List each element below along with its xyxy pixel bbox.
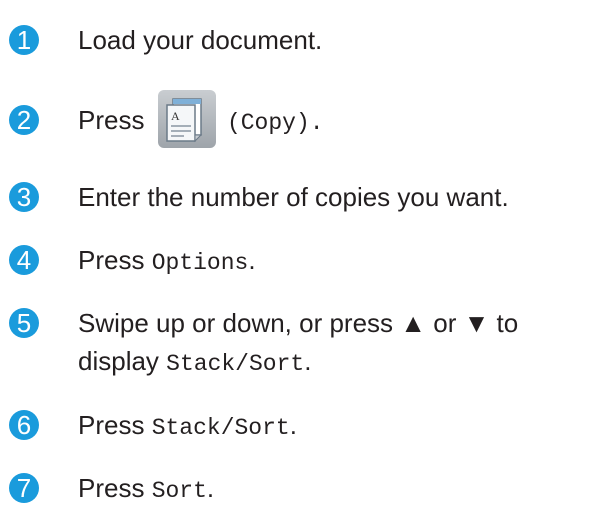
step-text: Press Stack/Sort. xyxy=(78,406,588,447)
copy-icon: A xyxy=(157,90,216,149)
step-number: 4 xyxy=(9,245,39,275)
step-number: 7 xyxy=(9,473,39,503)
step-text: Enter the number of copies you want. xyxy=(78,178,588,216)
instruction-text: Enter the number of copies you want. xyxy=(78,182,509,212)
step-number: 6 xyxy=(9,410,39,440)
step-text: Press A (Copy). xyxy=(78,90,588,152)
instruction-text: Press xyxy=(78,473,152,503)
instruction-code: Stack/Sort xyxy=(151,415,290,441)
svg-text:A: A xyxy=(171,109,180,123)
instruction-code: Options xyxy=(151,250,249,276)
step-number: 3 xyxy=(9,182,39,212)
instruction-text: Press xyxy=(78,410,152,440)
instruction-text: . xyxy=(304,346,312,376)
step-text: Swipe up or down, or press ▲ or ▼ to dis… xyxy=(78,304,588,383)
step-text: Press Sort. xyxy=(78,469,588,510)
step-number: 1 xyxy=(9,25,39,55)
instruction-text: . xyxy=(206,473,215,503)
step-text: Press Options. xyxy=(78,241,588,282)
instruction-text: . xyxy=(248,245,256,275)
instruction-text: Press xyxy=(78,245,152,275)
instruction-text: display xyxy=(78,346,167,376)
instruction-line: display Stack/Sort. xyxy=(78,342,588,383)
instruction-text: . xyxy=(289,410,297,440)
instruction-line: Swipe up or down, or press ▲ or ▼ to xyxy=(78,308,519,338)
instruction-code: Sort xyxy=(151,478,207,504)
instruction-text: Press xyxy=(78,105,145,135)
step-text: Load your document. xyxy=(78,21,588,59)
instruction-text: Load your document. xyxy=(78,25,323,55)
step-number: 5 xyxy=(9,308,39,338)
instruction-code: (Copy). xyxy=(226,110,324,136)
step-number: 2 xyxy=(9,105,39,135)
instruction-code: Stack/Sort xyxy=(166,351,305,377)
